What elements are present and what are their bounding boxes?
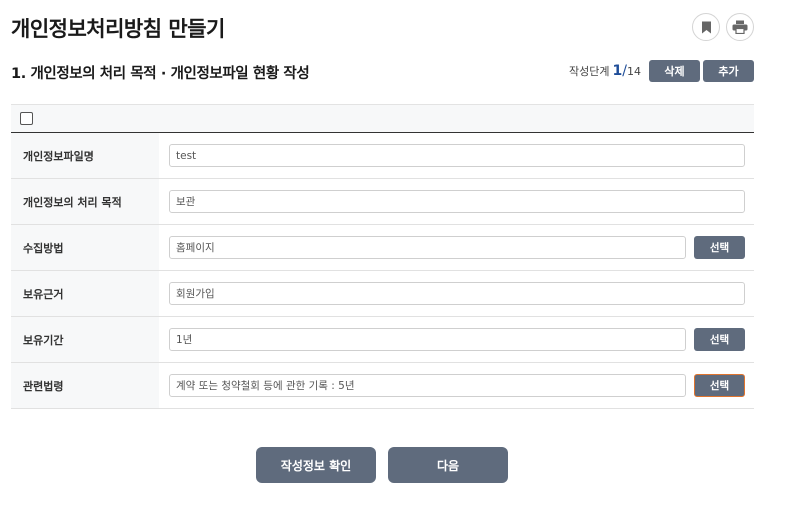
form-row-file-name: 개인정보파일명 [11, 133, 754, 179]
row-label: 보유기간 [11, 317, 159, 362]
retention-basis-input[interactable] [169, 282, 745, 305]
related-law-select-button[interactable]: 선택 [694, 374, 745, 397]
row-label: 개인정보의 처리 목적 [11, 179, 159, 224]
form-row-retention-basis: 보유근거 [11, 271, 754, 317]
next-button[interactable]: 다음 [388, 447, 508, 483]
form-row-related-law: 관련법령 선택 [11, 363, 754, 409]
row-label: 수집방법 [11, 225, 159, 270]
row-field: 선택 [159, 317, 754, 362]
form-row-retention-period: 보유기간 선택 [11, 317, 754, 363]
purpose-input[interactable] [169, 190, 745, 213]
select-all-checkbox[interactable] [20, 112, 33, 125]
step-indicator: 작성단계 1 / 14 [569, 63, 641, 79]
top-icon-group [692, 13, 754, 41]
print-button[interactable] [726, 13, 754, 41]
step-current: 1 [612, 63, 623, 79]
bookmark-button[interactable] [692, 13, 720, 41]
page-title: 개인정보처리방침 만들기 [11, 17, 225, 41]
bookmark-icon [701, 21, 711, 33]
delete-button[interactable]: 삭제 [649, 60, 700, 82]
retention-period-input[interactable] [169, 328, 686, 351]
row-field: 선택 [159, 363, 754, 408]
row-field [159, 179, 754, 224]
row-field: 선택 [159, 225, 754, 270]
collection-method-input[interactable] [169, 236, 686, 259]
retention-period-select-button[interactable]: 선택 [694, 328, 745, 351]
print-icon [732, 20, 748, 34]
row-label: 개인정보파일명 [11, 133, 159, 178]
form-row-purpose: 개인정보의 처리 목적 [11, 179, 754, 225]
step-total: 14 [626, 65, 641, 78]
row-label: 관련법령 [11, 363, 159, 408]
row-field [159, 271, 754, 316]
form-table: 개인정보파일명 개인정보의 처리 목적 수집방법 선택 보유근거 보유기간 선택… [11, 104, 754, 409]
row-label: 보유근거 [11, 271, 159, 316]
step-label: 작성단계 [569, 65, 610, 78]
select-all-row [11, 104, 754, 133]
section-title: 1. 개인정보의 처리 목적 · 개인정보파일 현황 작성 [11, 66, 310, 82]
collection-method-select-button[interactable]: 선택 [694, 236, 745, 259]
row-field [159, 133, 754, 178]
form-row-collection-method: 수집방법 선택 [11, 225, 754, 271]
add-button[interactable]: 추가 [703, 60, 754, 82]
file-name-input[interactable] [169, 144, 745, 167]
confirm-info-button[interactable]: 작성정보 확인 [256, 447, 376, 483]
related-law-input[interactable] [169, 374, 686, 397]
